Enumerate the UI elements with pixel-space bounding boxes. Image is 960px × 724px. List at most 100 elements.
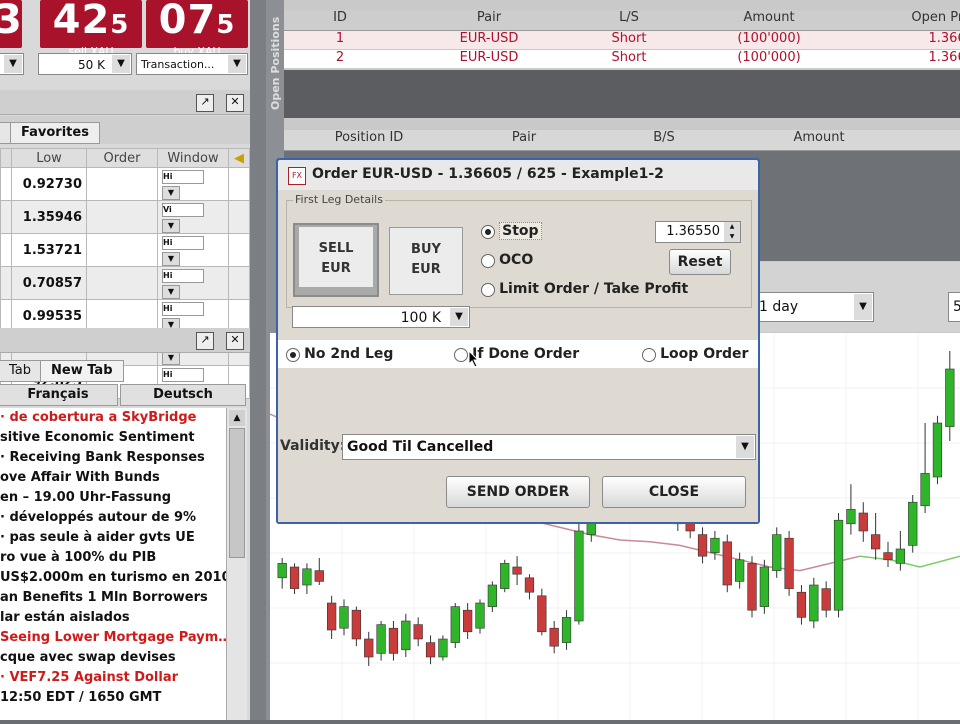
alert-checkbox[interactable] (228, 200, 250, 234)
candle[interactable] (388, 627, 399, 654)
candle[interactable] (425, 642, 436, 658)
dialog-titlebar[interactable]: FX Order EUR-USD - 1.36605 / 625 - Examp… (278, 160, 758, 190)
table-row[interactable]: 1 EUR-USD Short (100'000) 1.3663 (284, 31, 960, 49)
amount-dropdown[interactable]: 50 K ▼ (38, 53, 132, 75)
tab-deutsch[interactable]: Deutsch (120, 384, 246, 406)
candle[interactable] (512, 566, 522, 575)
send-order-button[interactable]: SEND ORDER (446, 476, 590, 508)
sell-xau-tile[interactable]: 425 sell XAU (40, 0, 142, 58)
col-pair[interactable]: Pair (464, 130, 584, 145)
candle[interactable] (821, 588, 831, 611)
sound-icon[interactable]: ◀ (228, 148, 250, 168)
order-cell[interactable] (86, 233, 158, 267)
window-cell[interactable]: Hi ▼ (157, 233, 229, 267)
table-row[interactable]: 0.70857 Hi ▼ (0, 266, 250, 300)
buy-xau-tile[interactable]: 075 buy XAU (146, 0, 248, 58)
candle[interactable] (945, 368, 955, 427)
news-item[interactable]: sitive Economic Sentiment (0, 428, 226, 448)
news-item[interactable]: en – 19.00 Uhr-Fassung (0, 488, 226, 508)
col-amount[interactable]: Amount (704, 10, 834, 25)
candle[interactable] (438, 638, 448, 658)
col-bs[interactable]: B/S (614, 130, 714, 145)
candle[interactable] (339, 606, 349, 629)
buy-eur-button[interactable]: BUY EUR (389, 227, 463, 295)
candle[interactable] (784, 537, 794, 589)
candle[interactable] (475, 602, 485, 629)
news-item[interactable]: · pas seule à aider gvts UE (0, 528, 226, 548)
candle[interactable] (920, 473, 930, 507)
tab-tab[interactable]: Tab (0, 360, 43, 382)
candle[interactable] (561, 617, 572, 643)
candle[interactable] (549, 627, 559, 647)
scroll-thumb[interactable] (229, 428, 245, 558)
candle[interactable] (302, 568, 312, 586)
news-item[interactable]: an Benefits 1 Mln Borrowers (0, 588, 226, 608)
candle[interactable] (796, 591, 807, 618)
tab-francais[interactable]: Français (0, 384, 118, 406)
candle[interactable] (401, 620, 411, 651)
candle[interactable] (747, 563, 757, 611)
right-partial-dropdown[interactable]: 5 (948, 292, 960, 322)
candle[interactable] (858, 512, 868, 532)
news-item[interactable]: ro vue à 100% du PIB (0, 548, 226, 568)
news-item[interactable]: Seeing Lower Mortgage Paym… (0, 628, 226, 648)
candle[interactable] (759, 566, 769, 607)
news-item[interactable]: lar están aislados (0, 608, 226, 628)
order-cell[interactable] (86, 200, 158, 234)
window-cell[interactable]: Hi ▼ (157, 167, 229, 201)
candle[interactable] (537, 595, 547, 633)
candle[interactable] (351, 609, 361, 640)
news-item[interactable]: US$2.000m en turismo en 2010 (0, 568, 226, 588)
close-icon[interactable]: ✕ (226, 332, 244, 350)
transaction-dropdown[interactable]: Transaction... ▼ (136, 53, 248, 75)
window-cell[interactable]: Hi ▼ (157, 266, 229, 300)
order-amount-dropdown[interactable]: 100 K ▼ (292, 306, 470, 328)
window-select[interactable]: Hi (162, 236, 204, 250)
reset-button[interactable]: Reset (669, 249, 731, 275)
spinner-down-icon[interactable]: ▼ (724, 232, 740, 242)
news-scrollbar[interactable]: ▲ (226, 408, 247, 720)
candle[interactable] (500, 563, 510, 589)
radio-stop[interactable]: Stop (481, 222, 542, 240)
col-ls[interactable]: L/S (574, 10, 684, 25)
spinner-up-icon[interactable]: ▲ (724, 222, 740, 232)
col-id[interactable]: ID (284, 10, 396, 25)
radio-loop-order[interactable]: Loop Order (642, 346, 748, 362)
candle[interactable] (883, 552, 893, 561)
col-position-id[interactable]: Position ID (284, 130, 454, 145)
window-select[interactable]: Hi (162, 269, 204, 283)
candle[interactable] (908, 501, 918, 546)
radio-no-2nd-leg[interactable]: No 2nd Leg (286, 346, 393, 362)
candle[interactable] (722, 541, 732, 586)
candle[interactable] (697, 534, 708, 557)
news-item[interactable]: 12:50 EDT / 1650 GMT (0, 688, 226, 708)
news-item[interactable]: ove Affair With Bunds (0, 468, 226, 488)
candle[interactable] (735, 559, 745, 582)
detach-icon[interactable]: ↗ (196, 332, 214, 350)
news-item[interactable]: · de cobertura a SkyBridge (0, 408, 226, 428)
order-cell[interactable] (86, 167, 158, 201)
candle[interactable] (772, 534, 782, 571)
window-cell[interactable]: Vi ▼ (157, 200, 229, 234)
alert-checkbox[interactable] (228, 167, 250, 201)
period-dropdown[interactable]: 1 day ▼ (754, 292, 874, 322)
sell-eur-button[interactable]: SELL EUR (293, 223, 379, 297)
candle[interactable] (314, 570, 324, 582)
tab-new-tab[interactable]: New Tab (40, 360, 124, 382)
candle[interactable] (524, 577, 535, 593)
news-item[interactable]: · VEF7.25 Against Dollar (0, 668, 226, 688)
candle[interactable] (450, 606, 460, 643)
window-select[interactable]: Vi (162, 203, 204, 217)
candle[interactable] (871, 534, 881, 550)
chevron-down-icon[interactable]: ▼ (162, 186, 180, 200)
splitter[interactable] (250, 0, 266, 720)
chevron-down-icon[interactable]: ▼ (162, 285, 180, 299)
candle[interactable] (413, 624, 423, 640)
candle[interactable] (463, 609, 473, 633)
window-select[interactable]: Hi (162, 302, 204, 316)
col-low[interactable]: Low (11, 148, 87, 168)
news-item[interactable]: cque avec swap devises (0, 648, 226, 668)
candle[interactable] (376, 624, 386, 654)
table-row[interactable]: 1.53721 Hi ▼ (0, 233, 250, 267)
candle[interactable] (710, 537, 720, 553)
